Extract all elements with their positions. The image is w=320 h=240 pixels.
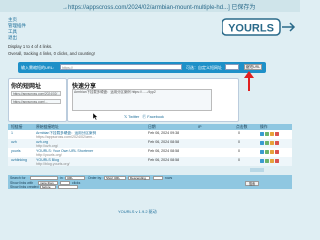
share-twitter-link[interactable]: Twitter [128,115,139,119]
search-label: Search for [10,176,26,180]
order-by-select[interactable]: Short URL [104,176,126,180]
overall-stats: Overall, tracking 4 links, 0 clicks, and… [8,51,95,56]
row-keyword[interactable]: yourls [11,149,21,153]
keyword-label: 可选：自定义短网址 [186,65,222,70]
col-clicks[interactable]: 点击数 [236,125,247,129]
share-icon[interactable] [260,132,264,136]
logo-text: YOURLS [228,23,274,35]
rows-label: rows [165,176,173,180]
stats-icon[interactable] [265,150,269,154]
edit-icon[interactable] [270,150,274,154]
nav-item-logout[interactable]: 退出 [8,35,26,41]
created-select[interactable]: before [40,184,56,189]
created-label: Show links created [10,185,39,189]
long-url-input[interactable]: https:// [60,64,182,70]
search-text-input[interactable] [30,176,58,180]
delete-icon[interactable] [275,132,279,136]
stats-icon[interactable] [265,141,269,145]
facebook-icon[interactable]: Ⓕ [142,115,146,119]
table-row: ozh ozh.org http://ozh.org/ Feb 06, 2024… [8,139,292,148]
edit-icon[interactable] [270,141,274,145]
yourls-logo: YOURLS [222,18,296,36]
delete-icon[interactable] [275,159,279,163]
col-ip[interactable]: IP [198,125,202,129]
col-date[interactable]: 日期 [148,125,156,129]
page-url-text: →https://appscross.com/2024/02/armbian-m… [62,5,256,11]
row-clicks: 0 [238,140,240,144]
url-panel-title: 你的短网址 [11,84,42,90]
table-row: ozhlinking YOURLS Blog http://blog.yourl… [8,157,292,166]
red-arrow-annotation [244,71,254,91]
in-label: in [60,176,63,180]
delete-icon[interactable] [275,150,279,154]
search-field-select[interactable]: URL [65,176,85,180]
row-keyword[interactable]: 1 [11,131,13,135]
row-clicks: 0 [238,131,240,135]
row-clicks: 0 [238,149,240,153]
rows-input[interactable] [153,176,163,180]
stats-icon[interactable] [265,159,269,163]
row-keyword[interactable]: ozh [11,140,17,144]
row-keyword[interactable]: ozhlinking [11,158,27,162]
table-row: 1 Armbian下挂载多硬盘：运用分区案例 https://appscross… [8,130,292,139]
display-count: Display 1 to 4 of 4 links. [8,44,53,49]
share-facebook-link[interactable]: Facebook [147,115,164,119]
col-short-url[interactable]: 短链接 [11,125,22,129]
row-date: Feb 06, 2024 09:38 [148,131,180,135]
edit-icon[interactable] [270,159,274,163]
row-clicks: 0 [238,158,240,162]
row-date: Feb 06, 2024 08:58 [148,140,180,144]
delete-icon[interactable] [275,141,279,145]
table-row: yourls YOURLS: Your Own URL Shortener ht… [8,148,292,157]
pagination[interactable] [250,168,264,172]
order-dir-select[interactable]: Descending [128,176,150,180]
row-url[interactable]: http://blog.yourls.org/ [36,162,144,166]
footer-credit[interactable]: YOURLS v 1.9.2 驱动 [118,209,157,215]
admin-nav: 主页 管理插件 工具 退出 [8,17,26,41]
search-button[interactable]: 搜索 [245,181,259,186]
date-input[interactable] [58,184,78,189]
keyword-input[interactable] [225,64,239,70]
row-date: Feb 06, 2024 08:58 [148,158,180,162]
short-url-field[interactable]: https://appscross.com/2024/02/... [11,91,61,96]
col-original-url[interactable]: 原始链接地址 [36,125,59,129]
stats-icon[interactable] [265,132,269,136]
mouse-cursor-icon [93,113,99,120]
order-label: Order by [88,176,102,180]
url-input-label: 输入需缩短的URL: [21,65,55,70]
row-date: Feb 06, 2024 08:58 [148,149,180,153]
share-icon[interactable] [260,141,264,145]
share-textarea[interactable]: Armbian下挂载多硬盘：运用分区案例 https://....../4yp2 [72,89,212,111]
share-icon[interactable] [260,150,264,154]
long-url-field[interactable]: https://appscross.com/... [11,99,61,104]
col-actions: 操作 [260,125,268,129]
twitter-icon[interactable]: 𝕏 [124,115,127,119]
edit-icon[interactable] [270,132,274,136]
share-icon[interactable] [260,159,264,163]
share-links: 𝕏 Twitter Ⓕ Facebook [124,114,164,120]
